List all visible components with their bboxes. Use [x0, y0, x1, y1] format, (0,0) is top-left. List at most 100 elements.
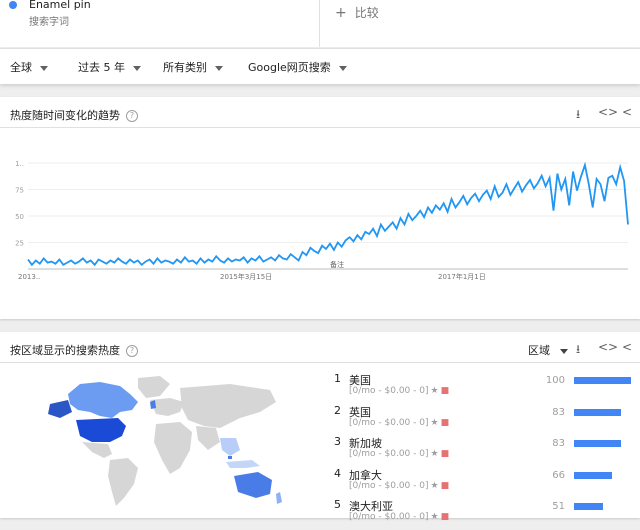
search-term-bar: Enamel pin 搜索字词 + 比较	[0, 0, 640, 47]
divider	[0, 127, 640, 128]
map-se-asia[interactable]	[220, 438, 240, 456]
share-icon[interactable]: <	[622, 340, 632, 354]
compare-label: 比较	[354, 6, 379, 20]
region-rank: 2	[334, 403, 341, 417]
filter-time[interactable]: 过去 5 年	[78, 59, 141, 75]
region-value: 83	[552, 438, 565, 449]
y-axis-ticks: 1.. 75 50 25	[15, 160, 24, 248]
region-value: 100	[545, 375, 565, 386]
world-map[interactable]	[20, 372, 285, 512]
card-title: 按区域显示的搜索热度?	[10, 342, 138, 358]
caret-down-icon	[560, 348, 568, 354]
map-india[interactable]	[196, 426, 220, 450]
region-level-label: 区域	[528, 344, 550, 357]
star-icon[interactable]: ★	[430, 512, 438, 522]
region-row[interactable]: 5 澳大利亚 [0/mo - $0.00 - 0] ★ ■ 51	[334, 498, 634, 530]
filter-search-type-label: Google网页搜索	[248, 61, 331, 74]
x-tick-label: 2015年3月15日	[220, 272, 272, 281]
filter-category-label: 所有类别	[163, 61, 207, 74]
region-level-select[interactable]: 区域	[528, 342, 568, 358]
region-meta: [0/mo - $0.00 - 0] ★ ■	[349, 481, 449, 491]
y-tick-label: 25	[15, 240, 24, 248]
term-color-dot	[9, 1, 17, 9]
trash-icon[interactable]: ■	[441, 512, 450, 522]
trash-icon[interactable]: ■	[441, 449, 450, 459]
filter-search-type[interactable]: Google网页搜索	[248, 59, 347, 75]
region-meta-text: [0/mo - $0.00 - 0]	[349, 512, 429, 522]
filter-region[interactable]: 全球	[10, 59, 48, 75]
share-icon[interactable]: <	[622, 105, 632, 119]
chart-annotation[interactable]: 备注	[330, 260, 344, 269]
region-rank: 3	[334, 435, 341, 448]
region-bar	[574, 471, 612, 479]
region-bar	[574, 503, 604, 510]
region-row[interactable]: 1 美国 [0/mo - $0.00 - 0] ★ ■ 100	[334, 372, 634, 404]
map-asia[interactable]	[180, 384, 276, 428]
card-title-text: 按区域显示的搜索热度	[10, 344, 120, 357]
y-tick-label: 1..	[15, 160, 24, 168]
region-bar-track	[574, 440, 631, 447]
region-meta: [0/mo - $0.00 - 0] ★ ■	[349, 512, 449, 522]
term-name[interactable]: Enamel pin	[29, 0, 91, 11]
map-south-america[interactable]	[108, 458, 138, 506]
x-axis-ticks: 2013.. 2015年3月15日 2017年1月1日	[18, 272, 486, 281]
interest-by-region-card: 按区域显示的搜索热度? 区域 ⭳ <> < 1 美国 [0/mo - $0.00 -…	[0, 332, 640, 522]
term-type-label: 搜索字词	[29, 17, 69, 28]
region-meta-text: [0/mo - $0.00 - 0]	[349, 417, 429, 428]
region-meta-text: [0/mo - $0.00 - 0]	[349, 480, 429, 491]
region-row[interactable]: 2 英国 [0/mo - $0.00 - 0] ★ ■ 83	[334, 404, 634, 436]
region-meta-text: [0/mo - $0.00 - 0]	[349, 449, 429, 459]
help-icon[interactable]: ?	[126, 110, 138, 122]
region-row[interactable]: 4 加拿大 [0/mo - $0.00 - 0] ★ ■ 66	[334, 467, 634, 499]
star-icon[interactable]: ★	[430, 481, 438, 491]
region-bar	[574, 377, 631, 384]
map-indonesia[interactable]	[226, 460, 260, 468]
region-bar	[574, 440, 622, 447]
region-rank: 1	[334, 372, 341, 385]
compare-button[interactable]: + 比较	[335, 4, 379, 21]
filter-category[interactable]: 所有类别	[163, 59, 223, 75]
embed-icon[interactable]: <>	[598, 105, 618, 119]
region-bar-track	[574, 408, 631, 416]
star-icon[interactable]: ★	[430, 386, 438, 396]
help-icon[interactable]: ?	[126, 345, 138, 357]
map-canada[interactable]	[68, 382, 138, 418]
map-australia[interactable]	[234, 472, 272, 498]
embed-icon[interactable]: <>	[598, 340, 618, 354]
map-singapore[interactable]	[228, 456, 232, 459]
map-greenland[interactable]	[138, 376, 170, 398]
region-rank: 5	[334, 498, 341, 511]
star-icon[interactable]: ★	[430, 418, 438, 428]
region-rank: 4	[334, 466, 341, 480]
map-usa[interactable]	[76, 418, 126, 442]
region-meta-text: [0/mo - $0.00 - 0]	[349, 386, 429, 396]
chevron-down-icon	[133, 65, 141, 71]
region-value: 66	[552, 469, 565, 481]
download-icon[interactable]: ⭳	[576, 340, 580, 361]
chart-grid	[28, 162, 628, 270]
x-tick-label: 2013..	[18, 273, 40, 281]
region-meta: [0/mo - $0.00 - 0] ★ ■	[349, 418, 449, 428]
card-title: 热度随时间变化的趋势?	[10, 107, 138, 123]
card-title-text: 热度随时间变化的趋势	[10, 109, 120, 122]
region-bar	[574, 408, 622, 416]
map-alaska[interactable]	[48, 400, 72, 418]
region-meta: [0/mo - $0.00 - 0] ★ ■	[349, 386, 449, 396]
filter-time-label: 过去 5 年	[78, 61, 125, 74]
trend-line	[27, 161, 629, 267]
map-africa[interactable]	[154, 422, 192, 474]
region-meta: [0/mo - $0.00 - 0] ★ ■	[349, 449, 449, 459]
map-new-zealand[interactable]	[276, 492, 282, 504]
trash-icon[interactable]: ■	[441, 481, 450, 491]
star-icon[interactable]: ★	[430, 449, 438, 459]
region-value: 83	[552, 406, 565, 418]
trend-chart: 1.. 75 50 25 2013.. 2015年3月15日 2017年1月1日 备注	[15, 160, 629, 281]
map-mexico[interactable]	[82, 442, 112, 458]
trash-icon[interactable]: ■	[441, 386, 450, 396]
region-row[interactable]: 3 新加坡 [0/mo - $0.00 - 0] ★ ■ 83	[334, 435, 634, 467]
download-icon[interactable]: ⭳	[576, 105, 580, 126]
x-tick-label: 2017年1月1日	[438, 272, 486, 281]
plus-icon: +	[335, 5, 347, 21]
trash-icon[interactable]: ■	[441, 418, 450, 428]
region-bar-track	[574, 471, 631, 479]
